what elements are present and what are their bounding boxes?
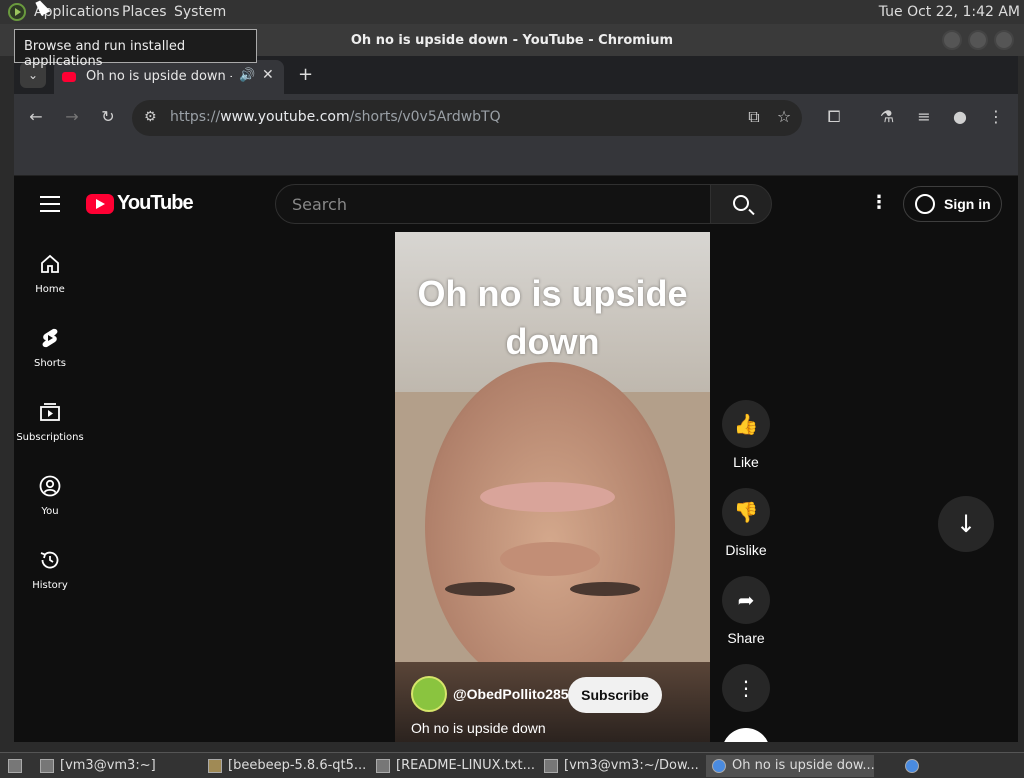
extensions-icon[interactable]: ⧠ [822, 107, 846, 127]
youtube-logo-icon[interactable] [86, 194, 114, 214]
sidebar-item-you[interactable]: You [14, 474, 86, 517]
video-nose [500, 542, 600, 576]
taskbar-item-readme[interactable]: [README-LINUX.txt... [370, 755, 536, 777]
next-video-button[interactable]: ↓ [938, 496, 994, 552]
clock[interactable]: Tue Oct 22, 1:42 AM [879, 4, 1020, 20]
shorts-video-player[interactable]: Oh no is upside down @ObedPollito285 Sub… [395, 232, 710, 742]
remix-button[interactable] [722, 728, 770, 742]
video-title[interactable]: Oh no is upside down [411, 720, 546, 736]
tooltip: Browse and run installed applications [14, 29, 257, 69]
home-icon [38, 252, 62, 276]
terminal-icon [40, 759, 54, 773]
sign-in-button[interactable]: Sign in [903, 186, 1002, 222]
like-button[interactable]: 👍 Like [722, 400, 770, 470]
top-panel: Applications Places System Tue Oct 22, 1… [0, 0, 1024, 24]
youtube-page: YouTube Search ⋮ Sign in Home Shorts Sub… [14, 176, 1018, 742]
sidebar-item-subscriptions[interactable]: Subscriptions [14, 400, 86, 443]
cast-icon[interactable]: ⧉ [742, 107, 766, 127]
terminal-icon [544, 759, 558, 773]
video-eye-right [570, 582, 640, 596]
taskbar-item-terminal-2[interactable]: [vm3@vm3:~/Dow... [538, 755, 702, 777]
speaker-icon[interactable]: 🔊 [239, 68, 255, 83]
folder-icon [208, 759, 222, 773]
search-icon [733, 195, 749, 211]
tab-title: Oh no is upside down - YouTube [86, 69, 232, 84]
profile-icon[interactable]: ● [948, 107, 972, 126]
channel-avatar[interactable] [411, 676, 447, 712]
video-eye-left [445, 582, 515, 596]
search-input[interactable]: Search [275, 184, 711, 224]
youtube-favicon-icon [62, 72, 76, 82]
new-tab-button[interactable]: + [298, 64, 313, 85]
workspace-switcher[interactable] [896, 755, 928, 777]
desktop-icon [8, 759, 22, 773]
menu-hamburger-icon[interactable] [40, 196, 60, 217]
maximize-button[interactable] [968, 30, 988, 50]
minimize-button[interactable] [942, 30, 962, 50]
labs-flask-icon[interactable]: ⚗ [875, 107, 899, 126]
chromium-icon [712, 759, 726, 773]
distro-logo-icon[interactable] [8, 3, 26, 21]
thumbs-down-icon: 👎 [722, 488, 770, 536]
you-icon [38, 474, 62, 498]
show-desktop-button[interactable] [4, 755, 26, 777]
sidebar-item-history[interactable]: History [14, 548, 86, 591]
menu-system[interactable]: System [174, 4, 226, 20]
sidebar-item-home[interactable]: Home [14, 252, 86, 295]
tab-close-button[interactable]: ✕ [262, 67, 274, 83]
sidebar-item-shorts[interactable]: Shorts [14, 326, 86, 369]
bookmarks-bar [14, 142, 1018, 176]
subscribe-button[interactable]: Subscribe [568, 677, 662, 713]
search-placeholder: Search [292, 195, 347, 214]
forward-button[interactable]: → [60, 107, 84, 126]
more-vertical-icon: ⋮ [722, 664, 770, 712]
thumbs-up-icon: 👍 [722, 400, 770, 448]
close-window-button[interactable] [994, 30, 1014, 50]
account-icon [915, 194, 935, 214]
bookmark-star-icon[interactable]: ☆ [772, 107, 796, 126]
video-caption: Oh no is upside down [417, 273, 688, 362]
search-button[interactable] [710, 184, 772, 224]
taskbar-item-folder[interactable]: [beebeep-5.8.6-qt5... [202, 755, 366, 777]
taskbar-item-chromium[interactable]: Oh no is upside dow... [706, 755, 874, 777]
video-mouth [480, 482, 615, 512]
more-options-icon[interactable]: ⋮ [870, 192, 888, 213]
media-controls-icon[interactable]: ≡ [912, 107, 936, 126]
video-more-button[interactable]: ⋮ [722, 664, 770, 712]
remix-icon [722, 728, 770, 742]
video-face [425, 362, 675, 692]
browser-menu-icon[interactable]: ⋮ [984, 107, 1008, 126]
browser-toolbar: ← → ↻ ⚙ https://www.youtube.com/shorts/v… [14, 94, 1018, 142]
dislike-button[interactable]: 👎 Dislike [722, 488, 770, 558]
share-button[interactable]: ➦ Share [722, 576, 770, 646]
menu-places[interactable]: Places [122, 4, 167, 20]
taskbar-item-terminal-1[interactable]: [vm3@vm3:~] [34, 755, 194, 777]
address-bar[interactable]: ⚙ https://www.youtube.com/shorts/v0v5Ard… [132, 100, 802, 136]
taskbar: [vm3@vm3:~] [beebeep-5.8.6-qt5... [READM… [0, 752, 1024, 778]
url-text[interactable]: https://www.youtube.com/shorts/v0v5Ardwb… [170, 109, 501, 125]
subscriptions-icon [38, 400, 62, 424]
channel-name[interactable]: @ObedPollito285 [453, 686, 569, 702]
share-arrow-icon: ➦ [722, 576, 770, 624]
text-file-icon [376, 759, 390, 773]
youtube-logo-text[interactable]: YouTube [117, 192, 194, 215]
back-button[interactable]: ← [24, 107, 48, 126]
shorts-icon [38, 326, 62, 350]
reload-button[interactable]: ↻ [96, 107, 120, 126]
chromium-icon [905, 759, 919, 773]
site-info-icon[interactable]: ⚙ [144, 109, 157, 125]
history-icon [38, 548, 62, 572]
